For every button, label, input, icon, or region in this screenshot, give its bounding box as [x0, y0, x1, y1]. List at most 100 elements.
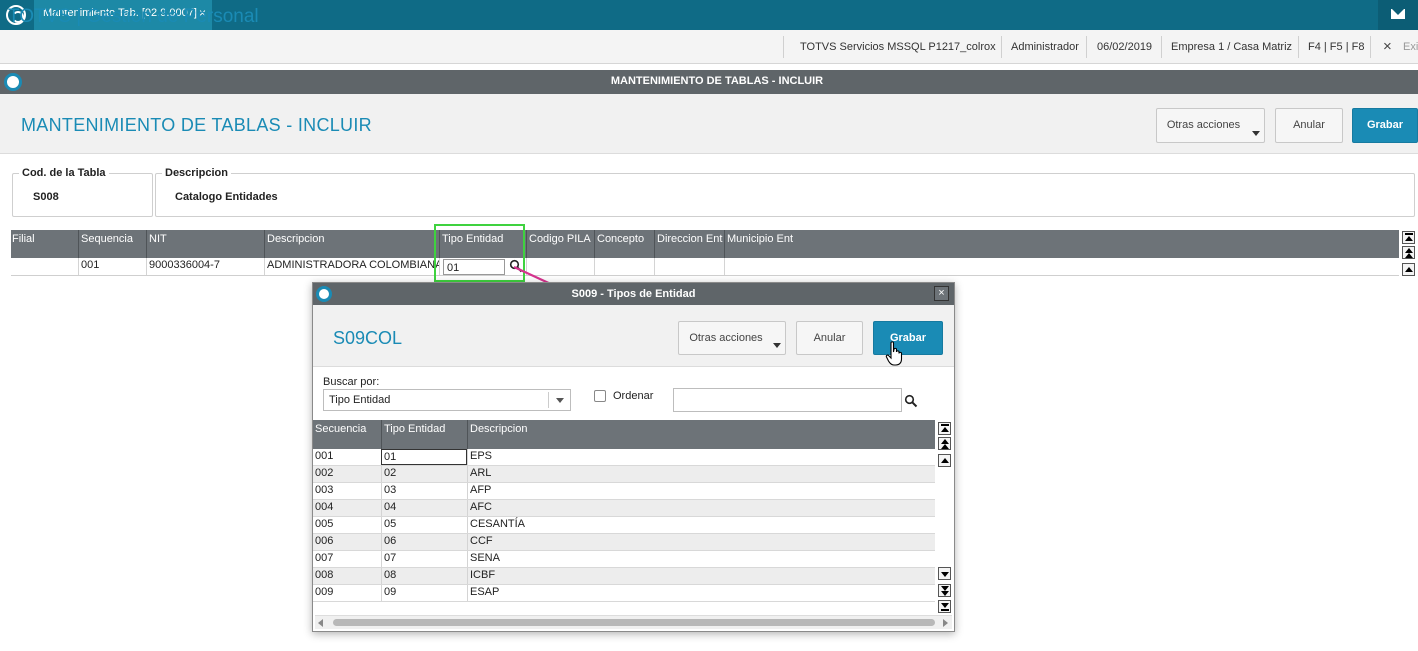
list-item[interactable]: 005 05 CESANTÍA: [313, 517, 935, 534]
search-icon[interactable]: [904, 394, 918, 408]
exit-icon[interactable]: ×: [1383, 38, 1392, 55]
cell-secuencia[interactable]: 002: [313, 466, 381, 482]
cell-secuencia[interactable]: 003: [313, 483, 381, 499]
header-divider: [1161, 36, 1162, 58]
dialog-cancel-button[interactable]: Anular: [796, 321, 863, 355]
dialog-other-actions-label: Otras acciones: [689, 332, 763, 344]
list-item[interactable]: 009 09 ESAP: [313, 585, 935, 602]
dialog-other-actions-button[interactable]: Otras acciones: [678, 321, 786, 355]
mail-button[interactable]: [1378, 0, 1418, 30]
horizontal-scrollbar[interactable]: [315, 615, 952, 629]
search-input[interactable]: [673, 388, 902, 412]
column-header[interactable]: Descripcion: [264, 230, 439, 258]
cell-tipo-entidad[interactable]: 04: [381, 500, 467, 516]
main-grid-header: Filial Sequencia NIT Descripcion Tipo En…: [11, 230, 1399, 258]
search-by-select[interactable]: Tipo Entidad: [323, 389, 571, 411]
list-item[interactable]: 001 01 EPS: [313, 449, 935, 466]
column-header[interactable]: Sequencia: [78, 230, 146, 258]
cell-descripcion[interactable]: AFP: [467, 483, 935, 499]
cell-descripcion[interactable]: AFC: [467, 500, 935, 516]
cell-tipo-entidad[interactable]: 01: [381, 449, 467, 465]
cell-tipo-entidad[interactable]: 09: [381, 585, 467, 601]
cell-descripcion[interactable]: SENA: [467, 551, 935, 567]
description-field[interactable]: [155, 173, 1415, 217]
scroll-page-up-button[interactable]: [1402, 246, 1415, 259]
dialog-close-icon[interactable]: ×: [934, 286, 949, 301]
list-item[interactable]: 008 08 ICBF: [313, 568, 935, 585]
scroll-up-button[interactable]: [938, 454, 951, 467]
exit-label[interactable]: Exi: [1403, 41, 1418, 53]
other-actions-label: Otras acciones: [1166, 119, 1241, 131]
page-title: MANTENIMIENTO DE TABLAS - INCLUIR: [21, 115, 372, 135]
save-button[interactable]: Grabar: [1352, 108, 1418, 143]
cell-concepto[interactable]: [594, 258, 654, 275]
column-header[interactable]: NIT: [146, 230, 264, 258]
company-info[interactable]: Empresa 1 / Casa Matriz: [1171, 41, 1292, 53]
cell-tipo-entidad[interactable]: 03: [381, 483, 467, 499]
scroll-top-button[interactable]: [1402, 231, 1415, 244]
cell-secuencia[interactable]: 008: [313, 568, 381, 584]
dialog-grid-header: Secuencia Tipo Entidad Descripcion: [313, 420, 935, 449]
cell-secuencia[interactable]: 005: [313, 517, 381, 533]
lookup-dialog: S009 - Tipos de Entidad × S09COL Otras a…: [312, 282, 955, 632]
column-header[interactable]: Codigo PILA: [526, 230, 594, 258]
cell-secuencia[interactable]: 007: [313, 551, 381, 567]
column-header[interactable]: Descripcion: [467, 420, 935, 449]
cell-secuencia[interactable]: 006: [313, 534, 381, 550]
column-header[interactable]: Direccion Ent: [654, 230, 724, 258]
column-header[interactable]: Filial: [10, 230, 78, 258]
chevron-down-icon: [773, 343, 781, 348]
scroll-left-icon[interactable]: [318, 619, 323, 627]
scroll-up-button[interactable]: [1402, 263, 1415, 276]
cell-tipo-entidad[interactable]: 02: [381, 466, 467, 482]
cell-nit[interactable]: 9000336004-7: [146, 258, 264, 275]
header-divider: [1086, 36, 1087, 58]
cell-descripcion[interactable]: EPS: [467, 449, 935, 465]
list-item[interactable]: 004 04 AFC: [313, 500, 935, 517]
cell-secuencia[interactable]: 009: [313, 585, 381, 601]
list-item[interactable]: 003 03 AFP: [313, 483, 935, 500]
cell-secuencia[interactable]: 004: [313, 500, 381, 516]
dialog-save-button[interactable]: Grabar: [873, 321, 943, 355]
dialog-title: S009 - Tipos de Entidad: [571, 288, 696, 300]
cell-descripcion[interactable]: CCF: [467, 534, 935, 550]
header-divider: [1370, 36, 1371, 58]
cell-secuencia[interactable]: 001: [313, 449, 381, 465]
column-header[interactable]: Municipio Ent: [724, 230, 1399, 258]
scroll-top-button[interactable]: [938, 422, 951, 435]
column-header[interactable]: Concepto: [594, 230, 654, 258]
cell-tipo-entidad[interactable]: 08: [381, 568, 467, 584]
cell-tipo-entidad[interactable]: 05: [381, 517, 467, 533]
dialog-grid-body: 001 01 EPS 002 02 ARL 003 03 AFP 004 04 AFC 005 05 CES…: [313, 449, 935, 603]
cell-tipo-entidad[interactable]: 07: [381, 551, 467, 567]
list-item[interactable]: 006 06 CCF: [313, 534, 935, 551]
other-actions-button[interactable]: Otras acciones: [1156, 108, 1265, 143]
cancel-button[interactable]: Anular: [1275, 108, 1343, 143]
select-divider: [548, 392, 549, 408]
cell-sequencia[interactable]: 001: [78, 258, 146, 275]
scroll-page-down-button[interactable]: [938, 584, 951, 597]
cell-descripcion[interactable]: CESANTÍA: [467, 517, 935, 533]
cell-descripcion[interactable]: ARL: [467, 466, 935, 482]
cell-municipio[interactable]: [724, 258, 1399, 275]
cell-descripcion[interactable]: ESAP: [467, 585, 935, 601]
scroll-down-button[interactable]: [938, 567, 951, 580]
cell-direccion[interactable]: [654, 258, 724, 275]
cell-descripcion[interactable]: ADMINISTRADORA COLOMBIANA: [264, 258, 439, 275]
cell-tipo-entidad[interactable]: 06: [381, 534, 467, 550]
scroll-page-up-button[interactable]: [938, 437, 951, 450]
list-item[interactable]: 007 07 SENA: [313, 551, 935, 568]
shortcuts-info[interactable]: F4 | F5 | F8: [1308, 41, 1364, 53]
dialog-heading: S09COL: [333, 328, 403, 348]
cell-descripcion[interactable]: ICBF: [467, 568, 935, 584]
cell-filial[interactable]: [10, 258, 78, 275]
column-header[interactable]: Secuencia: [313, 420, 381, 449]
list-item[interactable]: 002 02 ARL: [313, 466, 935, 483]
table-row[interactable]: 001 9000336004-7 ADMINISTRADORA COLOMBIA…: [11, 258, 1399, 276]
scroll-bottom-button[interactable]: [938, 600, 951, 613]
column-header[interactable]: Tipo Entidad: [381, 420, 467, 449]
main-window-titlebar: MANTENIMIENTO DE TABLAS - INCLUIR: [0, 70, 1418, 94]
scroll-thumb[interactable]: [333, 619, 935, 626]
order-checkbox[interactable]: [594, 390, 606, 402]
scroll-right-icon[interactable]: [943, 619, 948, 627]
